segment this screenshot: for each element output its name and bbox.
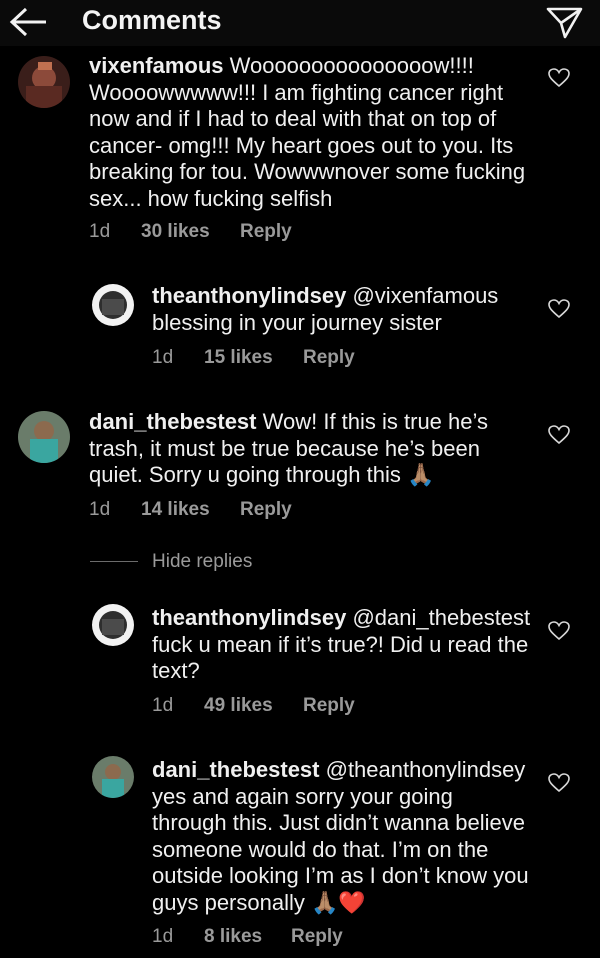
avatar[interactable] xyxy=(18,411,70,463)
comment-likes[interactable]: 15 likes xyxy=(204,347,273,369)
hide-replies-button[interactable]: Hide replies xyxy=(152,551,252,573)
heart-icon[interactable] xyxy=(548,773,570,793)
reply-button[interactable]: Reply xyxy=(303,695,355,717)
reply-button[interactable]: Reply xyxy=(303,347,355,369)
reply-button[interactable]: Reply xyxy=(291,926,343,948)
reply-button[interactable]: Reply xyxy=(240,499,292,521)
replies-divider xyxy=(90,561,138,562)
avatar[interactable] xyxy=(92,284,134,326)
heart-icon[interactable] xyxy=(548,621,570,641)
header-bar: Comments xyxy=(0,0,600,46)
avatar[interactable] xyxy=(18,56,70,108)
avatar[interactable] xyxy=(92,604,134,646)
heart-icon[interactable] xyxy=(548,425,570,445)
heart-icon[interactable] xyxy=(548,299,570,319)
comment-likes[interactable]: 8 likes xyxy=(204,926,262,948)
paper-plane-icon[interactable] xyxy=(544,4,584,40)
comment-text: dani_thebestest Wow! If this is true he’… xyxy=(89,409,529,489)
comment-username[interactable]: dani_thebestest xyxy=(152,757,320,782)
comment-likes[interactable]: 49 likes xyxy=(204,695,273,717)
comment-text: theanthonylindsey @dani_thebestest fuck … xyxy=(152,605,532,685)
comment-username[interactable]: theanthonylindsey xyxy=(152,283,346,308)
comment-username[interactable]: vixenfamous xyxy=(89,53,224,78)
comment-time: 1d xyxy=(152,347,174,368)
comment-username[interactable]: dani_thebestest xyxy=(89,409,257,434)
comment-username[interactable]: theanthonylindsey xyxy=(152,605,346,630)
heart-icon[interactable] xyxy=(548,68,570,88)
comment-time: 1d xyxy=(89,499,111,520)
comment-text: vixenfamous Wooooooooooooooow!!!! Woooow… xyxy=(89,53,529,212)
comment-likes[interactable]: 30 likes xyxy=(141,221,210,243)
reply-button[interactable]: Reply xyxy=(240,221,292,243)
comment-time: 1d xyxy=(89,221,111,242)
comment-likes[interactable]: 14 likes xyxy=(141,499,210,521)
page-title: Comments xyxy=(82,5,222,35)
arrow-left-icon[interactable] xyxy=(6,6,48,38)
comment-text: dani_thebestest @theanthonylindsey yes a… xyxy=(152,757,532,916)
comment-time: 1d xyxy=(152,695,174,716)
comment-text: theanthonylindsey @vixenfamous blessing … xyxy=(152,283,532,336)
avatar[interactable] xyxy=(92,756,134,798)
comment-time: 1d xyxy=(152,926,174,947)
